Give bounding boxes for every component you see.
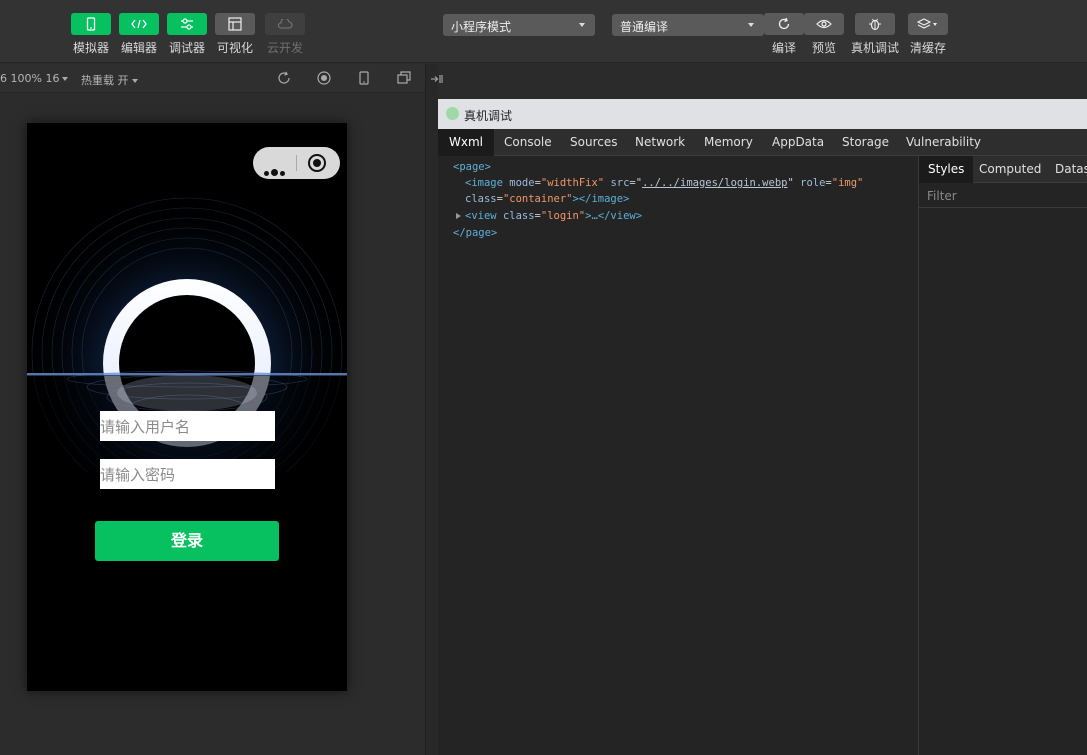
code-icon <box>119 13 159 35</box>
wxml-node-image[interactable]: <image mode="widthFix" src="../../images… <box>465 177 863 189</box>
tab-styles[interactable]: Styles <box>919 156 974 183</box>
mode-select-value: 小程序模式 <box>451 20 512 34</box>
devtools-tabs: Wxml Console Sources Network Memory AppD… <box>438 129 1087 156</box>
password-input[interactable]: 请输入密码 <box>100 459 275 489</box>
more-icon[interactable] <box>264 161 287 180</box>
wechat-logo-icon <box>446 107 459 120</box>
simulator-label: 模拟器 <box>72 41 109 55</box>
editor-label: 编辑器 <box>120 41 157 55</box>
capsule-menu <box>253 147 340 179</box>
phone-screen: 请输入用户名 请输入密码 登录 <box>27 123 347 691</box>
tab-sources[interactable]: Sources <box>559 129 628 156</box>
compile-select[interactable]: 普通编译 <box>612 14 764 36</box>
cloud-dev-label: 云开发 <box>266 41 303 55</box>
wxml-tree: <page> <image mode="widthFix" src="../..… <box>438 156 918 755</box>
detach-window-icon[interactable] <box>397 71 411 85</box>
styles-sidebar: Styles Computed Dataset Filter <box>918 156 1087 755</box>
wxml-node-image-cont: class="container"></image> <box>465 193 630 205</box>
layout-icon <box>215 13 255 35</box>
debug-icon <box>167 13 207 35</box>
username-input[interactable]: 请输入用户名 <box>100 411 275 441</box>
tab-storage[interactable]: Storage <box>831 129 900 156</box>
layers-icon <box>908 13 948 35</box>
simulator-toolbar: 6 100% 16 热重载 开 <box>0 64 425 93</box>
styles-filter-input[interactable]: Filter <box>919 184 1087 208</box>
device-zoom-select[interactable]: 6 100% 16 <box>0 72 69 85</box>
tab-network[interactable]: Network <box>624 129 696 156</box>
wxml-node-page[interactable]: <page> <box>453 161 491 173</box>
clear-cache-button[interactable]: 清缓存 <box>904 13 952 56</box>
devtools-window: 模拟器 编辑器 调试器 可视化 云开发 小程序模式 普通编译 编译 预览 真机调… <box>0 0 1087 755</box>
tab-wxml[interactable]: Wxml <box>438 129 494 156</box>
rotate-icon[interactable] <box>277 71 291 85</box>
wxml-node-page-close: </page> <box>453 227 498 239</box>
cloud-dev-button[interactable]: 云开发 <box>261 13 309 56</box>
record-icon[interactable] <box>317 71 331 85</box>
mode-select[interactable]: 小程序模式 <box>443 14 595 36</box>
devtools-header: 真机调试 <box>438 99 1087 129</box>
tab-appdata[interactable]: AppData <box>761 129 835 156</box>
refresh-icon <box>764 13 804 35</box>
tab-computed[interactable]: Computed <box>970 156 1050 183</box>
capsule-divider <box>296 155 297 171</box>
panel-divider[interactable] <box>425 64 443 755</box>
devtools-title: 真机调试 <box>464 109 513 123</box>
phone-icon <box>71 13 111 35</box>
tab-dataset[interactable]: Dataset <box>1046 156 1087 183</box>
editor-button[interactable]: 编辑器 <box>115 13 163 56</box>
remote-debug-button[interactable]: 真机调试 <box>851 13 899 56</box>
compile-select-value: 普通编译 <box>620 20 669 34</box>
image-src-link[interactable]: ../../images/login.webp <box>642 177 787 189</box>
login-button[interactable]: 登录 <box>95 521 279 561</box>
close-miniprogram-icon[interactable] <box>308 154 326 172</box>
visual-button[interactable]: 可视化 <box>211 13 259 56</box>
chevron-down-icon <box>579 23 585 27</box>
chevron-down-icon <box>131 79 138 83</box>
simulator-button[interactable]: 模拟器 <box>67 13 115 56</box>
remote-debug-label: 真机调试 <box>851 41 900 55</box>
collapse-panel-icon[interactable] <box>431 74 443 84</box>
bug-icon <box>855 13 895 35</box>
chevron-down-icon <box>62 77 69 81</box>
wxml-node-view[interactable]: <view class="login">…</view> <box>456 210 642 222</box>
cloud-icon <box>265 13 305 35</box>
preview-label: 预览 <box>811 41 836 55</box>
expand-arrow-icon[interactable] <box>456 213 461 219</box>
eye-icon <box>804 13 844 35</box>
clear-cache-label: 清缓存 <box>909 41 946 55</box>
tab-vulnerability[interactable]: Vulnerability <box>895 129 992 156</box>
chevron-down-icon <box>748 23 754 27</box>
phone-icon[interactable] <box>357 71 371 85</box>
visual-label: 可视化 <box>216 41 253 55</box>
debugger-label: 调试器 <box>168 41 205 55</box>
sidebar-tabs: Styles Computed Dataset <box>919 156 1087 183</box>
preview-button[interactable]: 预览 <box>800 13 848 56</box>
debugger-button[interactable]: 调试器 <box>163 13 211 56</box>
tab-memory[interactable]: Memory <box>693 129 764 156</box>
hot-reload-toggle[interactable]: 热重载 开 <box>81 72 138 88</box>
top-toolbar: 模拟器 编辑器 调试器 可视化 云开发 小程序模式 普通编译 编译 预览 真机调… <box>0 0 1087 63</box>
tab-console[interactable]: Console <box>493 129 563 156</box>
